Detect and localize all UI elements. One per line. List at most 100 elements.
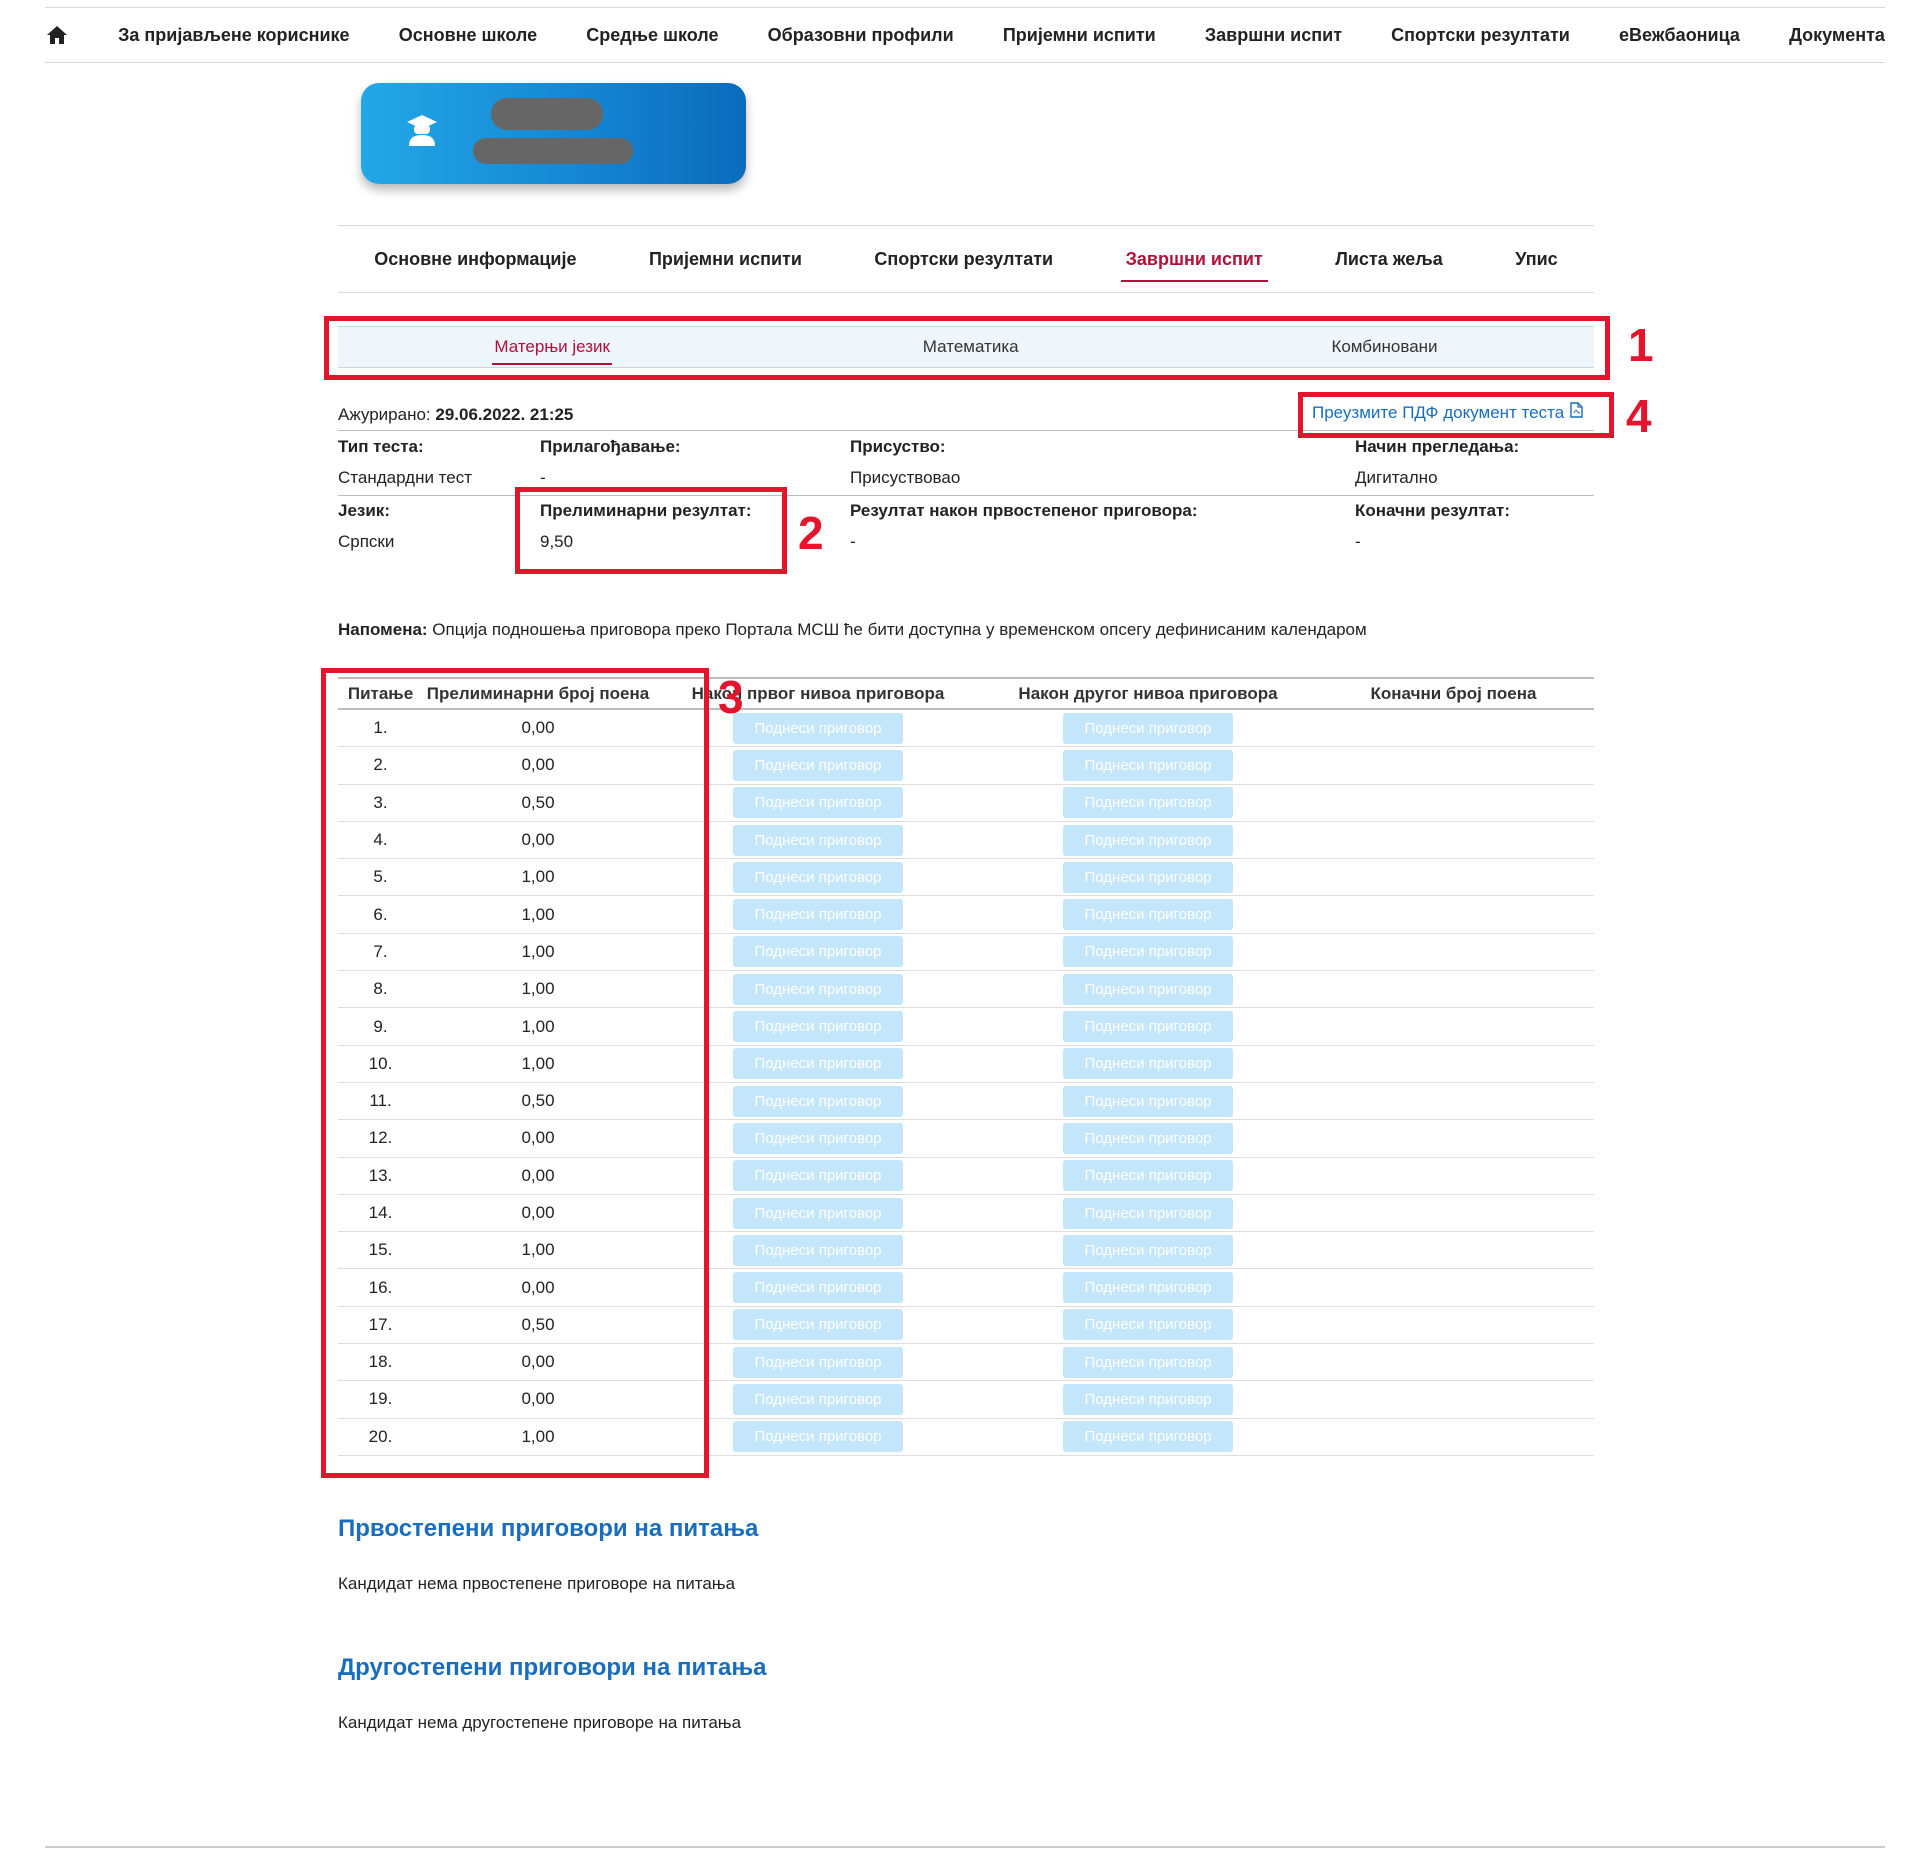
- footer-divider: [45, 1846, 1885, 1848]
- submit-appeal-second-button[interactable]: Поднеси приговор: [1063, 749, 1233, 781]
- submit-appeal-first-button[interactable]: Поднеси приговор: [733, 1048, 903, 1080]
- submit-appeal-second-button[interactable]: Поднеси приговор: [1063, 824, 1233, 856]
- tab-basic-info[interactable]: Основне информације: [369, 243, 581, 276]
- submit-appeal-first-button[interactable]: Поднеси приговор: [733, 749, 903, 781]
- submit-appeal-second-button[interactable]: Поднеси приговор: [1063, 899, 1233, 931]
- nav-secondary-schools[interactable]: Средње школе: [586, 25, 718, 46]
- submit-appeal-first-button[interactable]: Поднеси приговор: [733, 787, 903, 819]
- second-level-cell: Поднеси приговор: [983, 1048, 1313, 1080]
- second-level-cell: Поднеси приговор: [983, 787, 1313, 819]
- submit-appeal-first-button[interactable]: Поднеси приговор: [733, 899, 903, 931]
- review-label: Начин прегледања:: [1355, 437, 1520, 456]
- annotation-box-2: [515, 487, 787, 574]
- submit-appeal-second-button[interactable]: Поднеси приговор: [1063, 861, 1233, 893]
- submit-appeal-second-button[interactable]: Поднеси приговор: [1063, 1272, 1233, 1304]
- annotation-number-3: 3: [718, 671, 744, 723]
- adjustment-value: -: [540, 468, 546, 487]
- second-level-cell: Поднеси приговор: [983, 861, 1313, 893]
- test-type-label: Тип теста:: [338, 437, 424, 456]
- top-nav: За пријављене кориснике Основне школе Ср…: [45, 7, 1885, 63]
- submit-appeal-first-button[interactable]: Поднеси приговор: [733, 712, 903, 744]
- language-value: Српски: [338, 532, 395, 551]
- second-level-cell: Поднеси приговор: [983, 1085, 1313, 1117]
- submit-appeal-second-button[interactable]: Поднеси приговор: [1063, 1346, 1233, 1378]
- submit-appeal-second-button[interactable]: Поднеси приговор: [1063, 1383, 1233, 1415]
- submit-appeal-first-button[interactable]: Поднеси приговор: [733, 1272, 903, 1304]
- submit-appeal-second-button[interactable]: Поднеси приговор: [1063, 973, 1233, 1005]
- nav-education-profiles[interactable]: Образовни профили: [768, 25, 954, 46]
- annotation-box-4: [1298, 392, 1614, 438]
- submit-appeal-first-button[interactable]: Поднеси приговор: [733, 824, 903, 856]
- annotation-number-1: 1: [1628, 319, 1654, 371]
- home-icon[interactable]: [45, 23, 69, 47]
- submit-appeal-second-button[interactable]: Поднеси приговор: [1063, 1309, 1233, 1341]
- submit-appeal-first-button[interactable]: Поднеси приговор: [733, 1346, 903, 1378]
- second-level-cell: Поднеси приговор: [983, 1011, 1313, 1043]
- submit-appeal-second-button[interactable]: Поднеси приговор: [1063, 936, 1233, 968]
- submit-appeal-first-button[interactable]: Поднеси приговор: [733, 973, 903, 1005]
- submit-appeal-second-button[interactable]: Поднеси приговор: [1063, 1122, 1233, 1154]
- nav-e-practice[interactable]: еВежбаоница: [1619, 25, 1740, 46]
- second-level-cell: Поднеси приговор: [983, 1346, 1313, 1378]
- test-type-value: Стандардни тест: [338, 468, 473, 487]
- review-value: Дигитално: [1355, 468, 1438, 487]
- submit-appeal-first-button[interactable]: Поднеси приговор: [733, 1122, 903, 1154]
- nav-sports-results[interactable]: Спортски резултати: [1391, 25, 1570, 46]
- submit-appeal-first-button[interactable]: Поднеси приговор: [733, 861, 903, 893]
- submit-appeal-second-button[interactable]: Поднеси приговор: [1063, 1048, 1233, 1080]
- redacted-info: [473, 138, 633, 164]
- submit-appeal-second-button[interactable]: Поднеси приговор: [1063, 1160, 1233, 1192]
- tab-entrance-exams[interactable]: Пријемни испити: [644, 243, 807, 276]
- tab-wish-list[interactable]: Листа жеља: [1330, 243, 1448, 276]
- tab-enrollment[interactable]: Упис: [1510, 243, 1562, 276]
- tab-final-exam[interactable]: Завршни испит: [1120, 243, 1268, 282]
- annotation-number-4: 4: [1626, 390, 1652, 442]
- second-level-cell: Поднеси приговор: [983, 1122, 1313, 1154]
- first-appeals-text: Кандидат нема првостепене приговоре на п…: [338, 1574, 736, 1593]
- redacted-name: [491, 98, 603, 130]
- annotation-box-3: [321, 668, 709, 1478]
- note: Напомена: Опција подношења приговора пре…: [338, 620, 1367, 640]
- updated-line: Ажурирано: 29.06.2022. 21:25: [338, 405, 573, 425]
- after-appeal-label: Резултат након првостепеног приговора:: [850, 501, 1198, 520]
- attendance-label: Присуство:: [850, 437, 946, 456]
- submit-appeal-first-button[interactable]: Поднеси приговор: [733, 1421, 903, 1453]
- nav-primary-schools[interactable]: Основне школе: [399, 25, 537, 46]
- second-level-cell: Поднеси приговор: [983, 1421, 1313, 1453]
- annotation-number-2: 2: [798, 507, 824, 559]
- submit-appeal-second-button[interactable]: Поднеси приговор: [1063, 1085, 1233, 1117]
- submit-appeal-first-button[interactable]: Поднеси приговор: [733, 936, 903, 968]
- user-badge: [361, 83, 746, 184]
- submit-appeal-first-button[interactable]: Поднеси приговор: [733, 1160, 903, 1192]
- submit-appeal-second-button[interactable]: Поднеси приговор: [1063, 1421, 1233, 1453]
- second-appeals-text: Кандидат нема другостепене приговоре на …: [338, 1713, 742, 1732]
- submit-appeal-second-button[interactable]: Поднеси приговор: [1063, 787, 1233, 819]
- second-level-cell: Поднеси приговор: [983, 1234, 1313, 1266]
- updated-label: Ажурирано:: [338, 405, 431, 424]
- submit-appeal-first-button[interactable]: Поднеси приговор: [733, 1085, 903, 1117]
- submit-appeal-first-button[interactable]: Поднеси приговор: [733, 1011, 903, 1043]
- submit-appeal-second-button[interactable]: Поднеси приговор: [1063, 1197, 1233, 1229]
- final-result-value: -: [1355, 532, 1361, 551]
- note-label: Напомена:: [338, 620, 428, 639]
- attendance-value: Присуствовао: [850, 468, 961, 487]
- submit-appeal-second-button[interactable]: Поднеси приговор: [1063, 1234, 1233, 1266]
- nav-entrance-exams[interactable]: Пријемни испити: [1003, 25, 1156, 46]
- tab-sports-results[interactable]: Спортски резултати: [869, 243, 1058, 276]
- second-level-cell: Поднеси приговор: [983, 1309, 1313, 1341]
- second-level-cell: Поднеси приговор: [983, 1383, 1313, 1415]
- submit-appeal-first-button[interactable]: Поднеси приговор: [733, 1309, 903, 1341]
- nav-registered-users[interactable]: За пријављене кориснике: [118, 25, 349, 46]
- header-second-level: Након другог нивоа приговора: [1018, 683, 1278, 703]
- second-level-cell: Поднеси приговор: [983, 749, 1313, 781]
- submit-appeal-second-button[interactable]: Поднеси приговор: [1063, 1011, 1233, 1043]
- submit-appeal-second-button[interactable]: Поднеси приговор: [1063, 712, 1233, 744]
- submit-appeal-first-button[interactable]: Поднеси приговор: [733, 1383, 903, 1415]
- nav-documents[interactable]: Документа: [1789, 25, 1885, 46]
- graduate-icon: [406, 113, 438, 147]
- submit-appeal-first-button[interactable]: Поднеси приговор: [733, 1197, 903, 1229]
- after-appeal-value: -: [850, 532, 856, 551]
- note-text: Опција подношења приговора преко Портала…: [427, 620, 1367, 639]
- nav-final-exam[interactable]: Завршни испит: [1205, 25, 1342, 46]
- submit-appeal-first-button[interactable]: Поднеси приговор: [733, 1234, 903, 1266]
